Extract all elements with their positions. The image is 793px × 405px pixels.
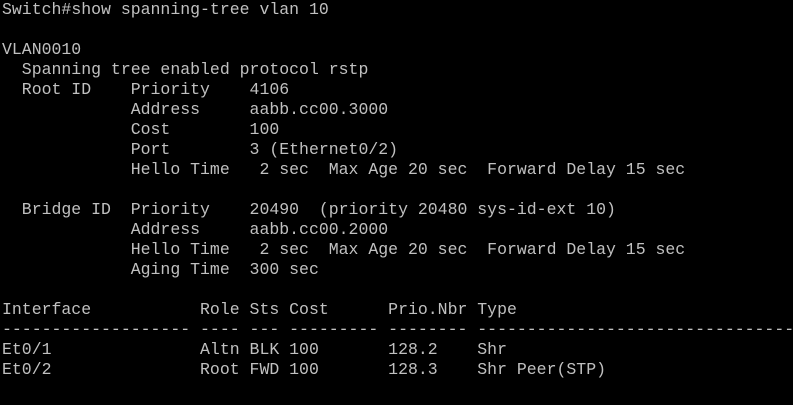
terminal-window[interactable]: Switch#show spanning-tree vlan 10 VLAN00… — [0, 0, 793, 405]
root-id-cost: Cost 100 — [2, 120, 280, 139]
cli-command: show spanning-tree vlan 10 — [71, 0, 329, 19]
bridge-id-aging: Aging Time 300 sec — [2, 260, 319, 279]
root-id-priority: Root ID Priority 4106 — [2, 80, 290, 99]
root-id-address: Address aabb.cc00.3000 — [2, 100, 389, 119]
interface-row: Et0/1 Altn BLK 100 128.2 Shr — [2, 340, 507, 359]
vlan-header: VLAN0010 — [2, 40, 82, 59]
interface-table-header: Interface Role Sts Cost Prio.Nbr Type — [2, 300, 517, 319]
bridge-id-priority: Bridge ID Priority 20490 (priority 20480… — [2, 200, 616, 219]
root-id-port: Port 3 (Ethernet0/2) — [2, 140, 399, 159]
bridge-id-address: Address aabb.cc00.2000 — [2, 220, 389, 239]
interface-table-divider: ------------------- ---- --- --------- -… — [2, 320, 793, 339]
command-line: Switch#show spanning-tree vlan 10 — [2, 0, 329, 20]
protocol-line: Spanning tree enabled protocol rstp — [2, 60, 369, 79]
interface-row: Et0/2 Root FWD 100 128.3 Shr Peer(STP) — [2, 360, 606, 379]
root-id-timers: Hello Time 2 sec Max Age 20 sec Forward … — [2, 160, 686, 179]
bridge-id-timers: Hello Time 2 sec Max Age 20 sec Forward … — [2, 240, 686, 259]
cli-prompt: Switch# — [2, 0, 72, 19]
